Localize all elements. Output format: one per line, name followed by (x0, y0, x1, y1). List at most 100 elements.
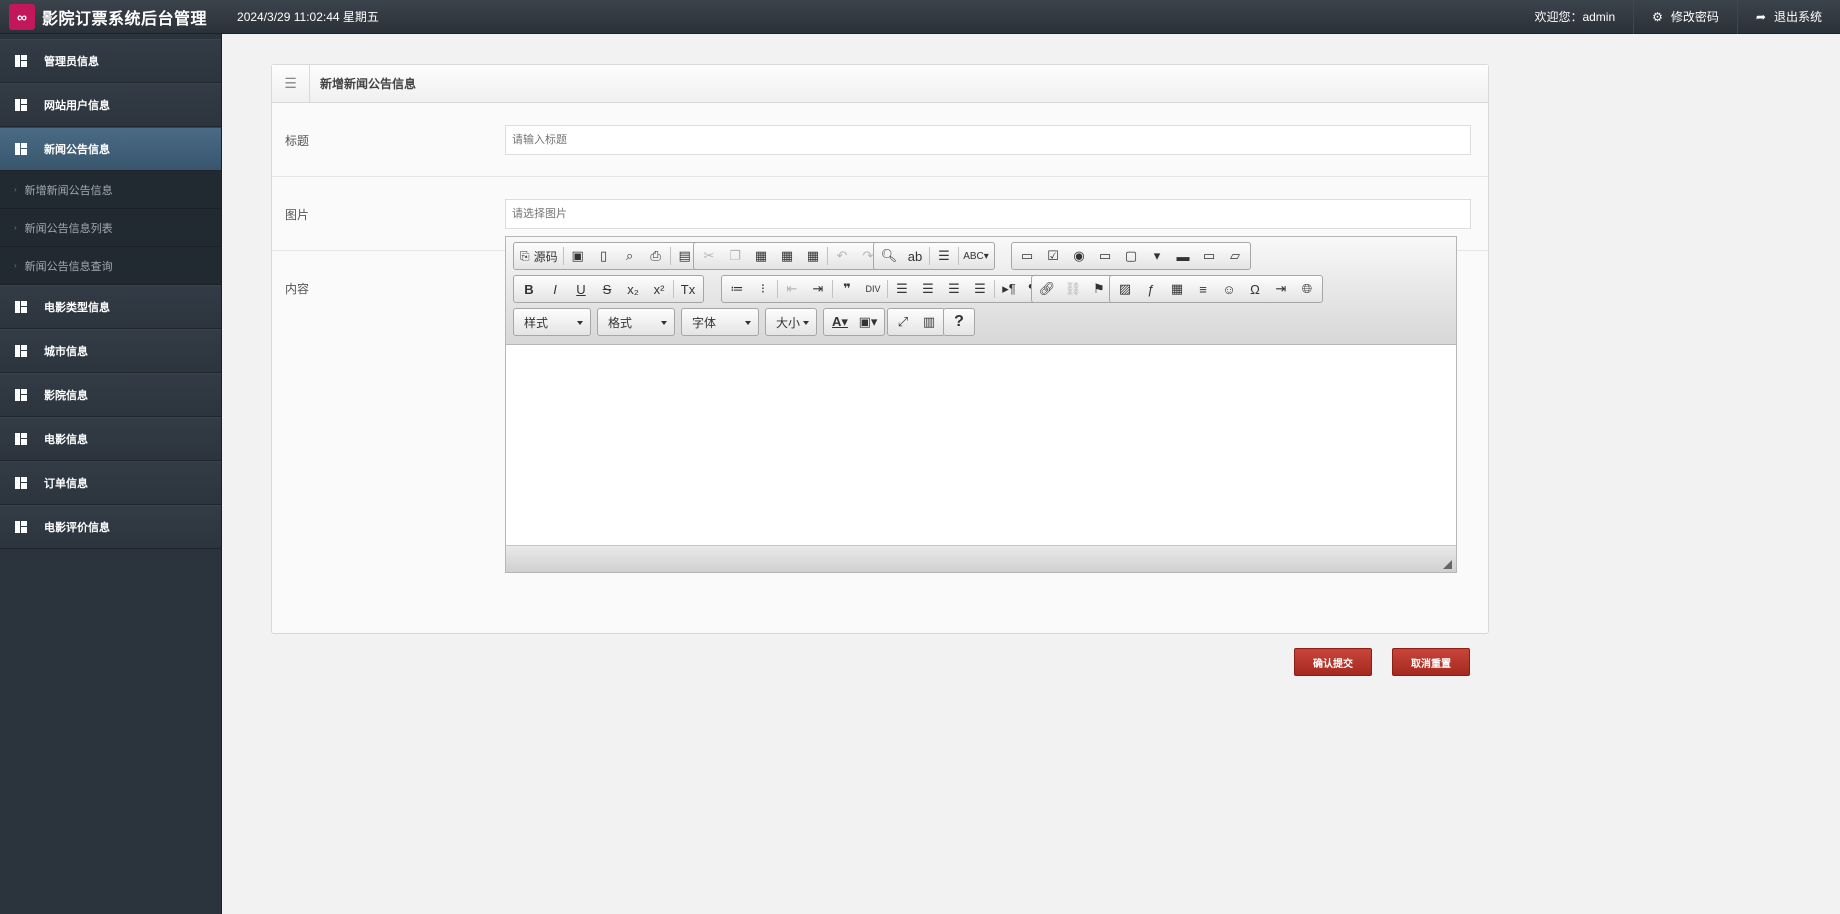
share-arrow-icon: ➦ (1755, 9, 1766, 24)
justify-button[interactable]: ☰ (967, 277, 993, 301)
select-icon: ▾ (1153, 248, 1161, 263)
title-input[interactable] (505, 125, 1471, 155)
format-dropdown-label: 格式 (608, 315, 633, 330)
radio-button[interactable]: ◉ (1066, 244, 1092, 268)
dashboard-icon (15, 389, 27, 401)
save-button[interactable]: ▣ (565, 244, 591, 268)
page-break-button[interactable]: ⇥ (1268, 277, 1294, 301)
submit-button[interactable]: 确认提交 (1294, 648, 1372, 676)
paste-button[interactable]: ▦ (748, 244, 774, 268)
sidebar-item-reviews[interactable]: 电影评价信息 (0, 505, 221, 549)
replace-button[interactable]: ab (902, 244, 928, 268)
sidebar-item-cinemas[interactable]: 影院信息 (0, 373, 221, 417)
sidebar-item-cities[interactable]: 城市信息 (0, 329, 221, 373)
text-color-button[interactable]: A▾ (826, 310, 854, 334)
div-button[interactable]: DIV (860, 277, 886, 301)
sidebar-subitem-add-news[interactable]: › 新增新闻公告信息 (0, 171, 221, 209)
resize-handle-icon[interactable] (1443, 560, 1452, 569)
remove-format-button[interactable]: Tx (675, 277, 701, 301)
strike-button[interactable]: S (594, 277, 620, 301)
print-button[interactable]: ⎙ (643, 244, 669, 268)
undo-button[interactable]: ↶ (829, 244, 855, 268)
sidebar-subitem-news-list[interactable]: › 新闻公告信息列表 (0, 209, 221, 247)
logout-link[interactable]: ➦ 退出系统 (1736, 0, 1840, 34)
image-button-button[interactable]: ▭ (1196, 244, 1222, 268)
align-left-button[interactable]: ☰ (889, 277, 915, 301)
special-char-button[interactable]: Ω (1242, 277, 1268, 301)
menu-bars-icon: ☰ (272, 65, 310, 102)
italic-button[interactable]: I (542, 277, 568, 301)
cut-button[interactable]: ✂ (696, 244, 722, 268)
italic-icon: I (553, 281, 557, 297)
link-button[interactable]: 🔗︎ (1034, 277, 1060, 301)
iframe-button[interactable]: 🌐︎ (1294, 277, 1320, 301)
image-button[interactable]: ▨ (1112, 277, 1138, 301)
hidden-field-button[interactable]: ▱ (1222, 244, 1248, 268)
unlink-button[interactable]: ⛓ (1060, 277, 1086, 301)
toolbar-group-basic-styles: B I U S x₂ x² Tx (513, 275, 704, 303)
align-right-button[interactable]: ☰ (941, 277, 967, 301)
form-icon: ▭ (1020, 248, 1034, 263)
format-dropdown[interactable]: 格式 (597, 308, 675, 336)
superscript-button[interactable]: x² (646, 277, 672, 301)
indent-button[interactable]: ⇥ (805, 277, 831, 301)
source-button[interactable]: ⎘ 源码 (516, 244, 562, 268)
bulleted-list-button[interactable]: ⁝ (750, 277, 776, 301)
numbered-list-button[interactable]: ≔ (724, 277, 750, 301)
select-all-button[interactable]: ☰ (931, 244, 957, 268)
current-datetime: 2024/3/29 11:02:44 星期五 (237, 10, 379, 24)
select-button[interactable]: ▾ (1144, 244, 1170, 268)
top-right-menu: 欢迎您：admin ⚙ 修改密码 ➦ 退出系统 (1516, 0, 1840, 34)
form-button[interactable]: ▭ (1014, 244, 1040, 268)
sidebar-item-admin[interactable]: 管理员信息 (0, 39, 221, 83)
style-dropdown[interactable]: 样式 (513, 308, 591, 336)
button-button[interactable]: ▬ (1170, 244, 1196, 268)
about-button[interactable]: ? (946, 310, 972, 334)
underline-button[interactable]: U (568, 277, 594, 301)
bold-button[interactable]: B (516, 277, 542, 301)
sidebar-item-movies[interactable]: 电影信息 (0, 417, 221, 461)
font-dropdown[interactable]: 字体 (681, 308, 759, 336)
size-dropdown[interactable]: 大小 (765, 308, 817, 336)
show-blocks-button[interactable]: ▥ (916, 310, 942, 334)
outdent-button[interactable]: ⇤ (779, 277, 805, 301)
spellcheck-button[interactable]: ABC▾ (960, 244, 992, 268)
image-input[interactable] (505, 199, 1471, 229)
sidebar-item-users[interactable]: 网站用户信息 (0, 83, 221, 127)
textfield-button[interactable]: ▭ (1092, 244, 1118, 268)
new-page-button[interactable]: ▯ (591, 244, 617, 268)
bg-color-button[interactable]: ▣▾ (854, 310, 882, 334)
flash-button[interactable]: ƒ (1138, 277, 1164, 301)
app-title: 影院订票系统后台管理 (42, 10, 208, 28)
blockquote-button[interactable]: ❞ (834, 277, 860, 301)
reset-button[interactable]: 取消重置 (1392, 648, 1470, 676)
chevron-right-icon: › (14, 185, 17, 194)
paste-text-button[interactable]: ▦ (774, 244, 800, 268)
hidden-field-icon: ▱ (1230, 248, 1240, 263)
textarea-button[interactable]: ▢ (1118, 244, 1144, 268)
editor-content-area[interactable] (506, 345, 1456, 545)
smiley-button[interactable]: ☺ (1216, 277, 1242, 301)
ltr-button[interactable]: ▸¶ (996, 277, 1022, 301)
paste-word-button[interactable]: ▦ (800, 244, 826, 268)
preview-button[interactable]: ⌕ (617, 244, 643, 268)
table-button[interactable]: ▦ (1164, 277, 1190, 301)
maximize-button[interactable]: ⤢ (890, 310, 916, 334)
subscript-button[interactable]: x₂ (620, 277, 646, 301)
toolbar-group-editing: 🔍︎ ab ☰ ABC▾ (873, 242, 995, 270)
copy-button[interactable]: ❐ (722, 244, 748, 268)
sidebar-item-movie-types[interactable]: 电影类型信息 (0, 285, 221, 329)
checkbox-button[interactable]: ☑ (1040, 244, 1066, 268)
style-dropdown-label: 样式 (524, 315, 549, 330)
div-icon: DIV (865, 284, 881, 294)
align-center-button[interactable]: ☰ (915, 277, 941, 301)
gear-icon: ⚙ (1652, 9, 1663, 24)
horizontal-rule-button[interactable]: ≡ (1190, 277, 1216, 301)
sidebar-item-orders[interactable]: 订单信息 (0, 461, 221, 505)
sidebar-subitem-news-query[interactable]: › 新闻公告信息查询 (0, 247, 221, 285)
floppy-icon: ▣ (571, 248, 584, 263)
sidebar-item-news[interactable]: 新闻公告信息 (0, 127, 221, 171)
sidebar-item-label: 网站用户信息 (44, 100, 110, 112)
change-password-link[interactable]: ⚙ 修改密码 (1633, 0, 1737, 34)
find-button[interactable]: 🔍︎ (876, 244, 902, 268)
